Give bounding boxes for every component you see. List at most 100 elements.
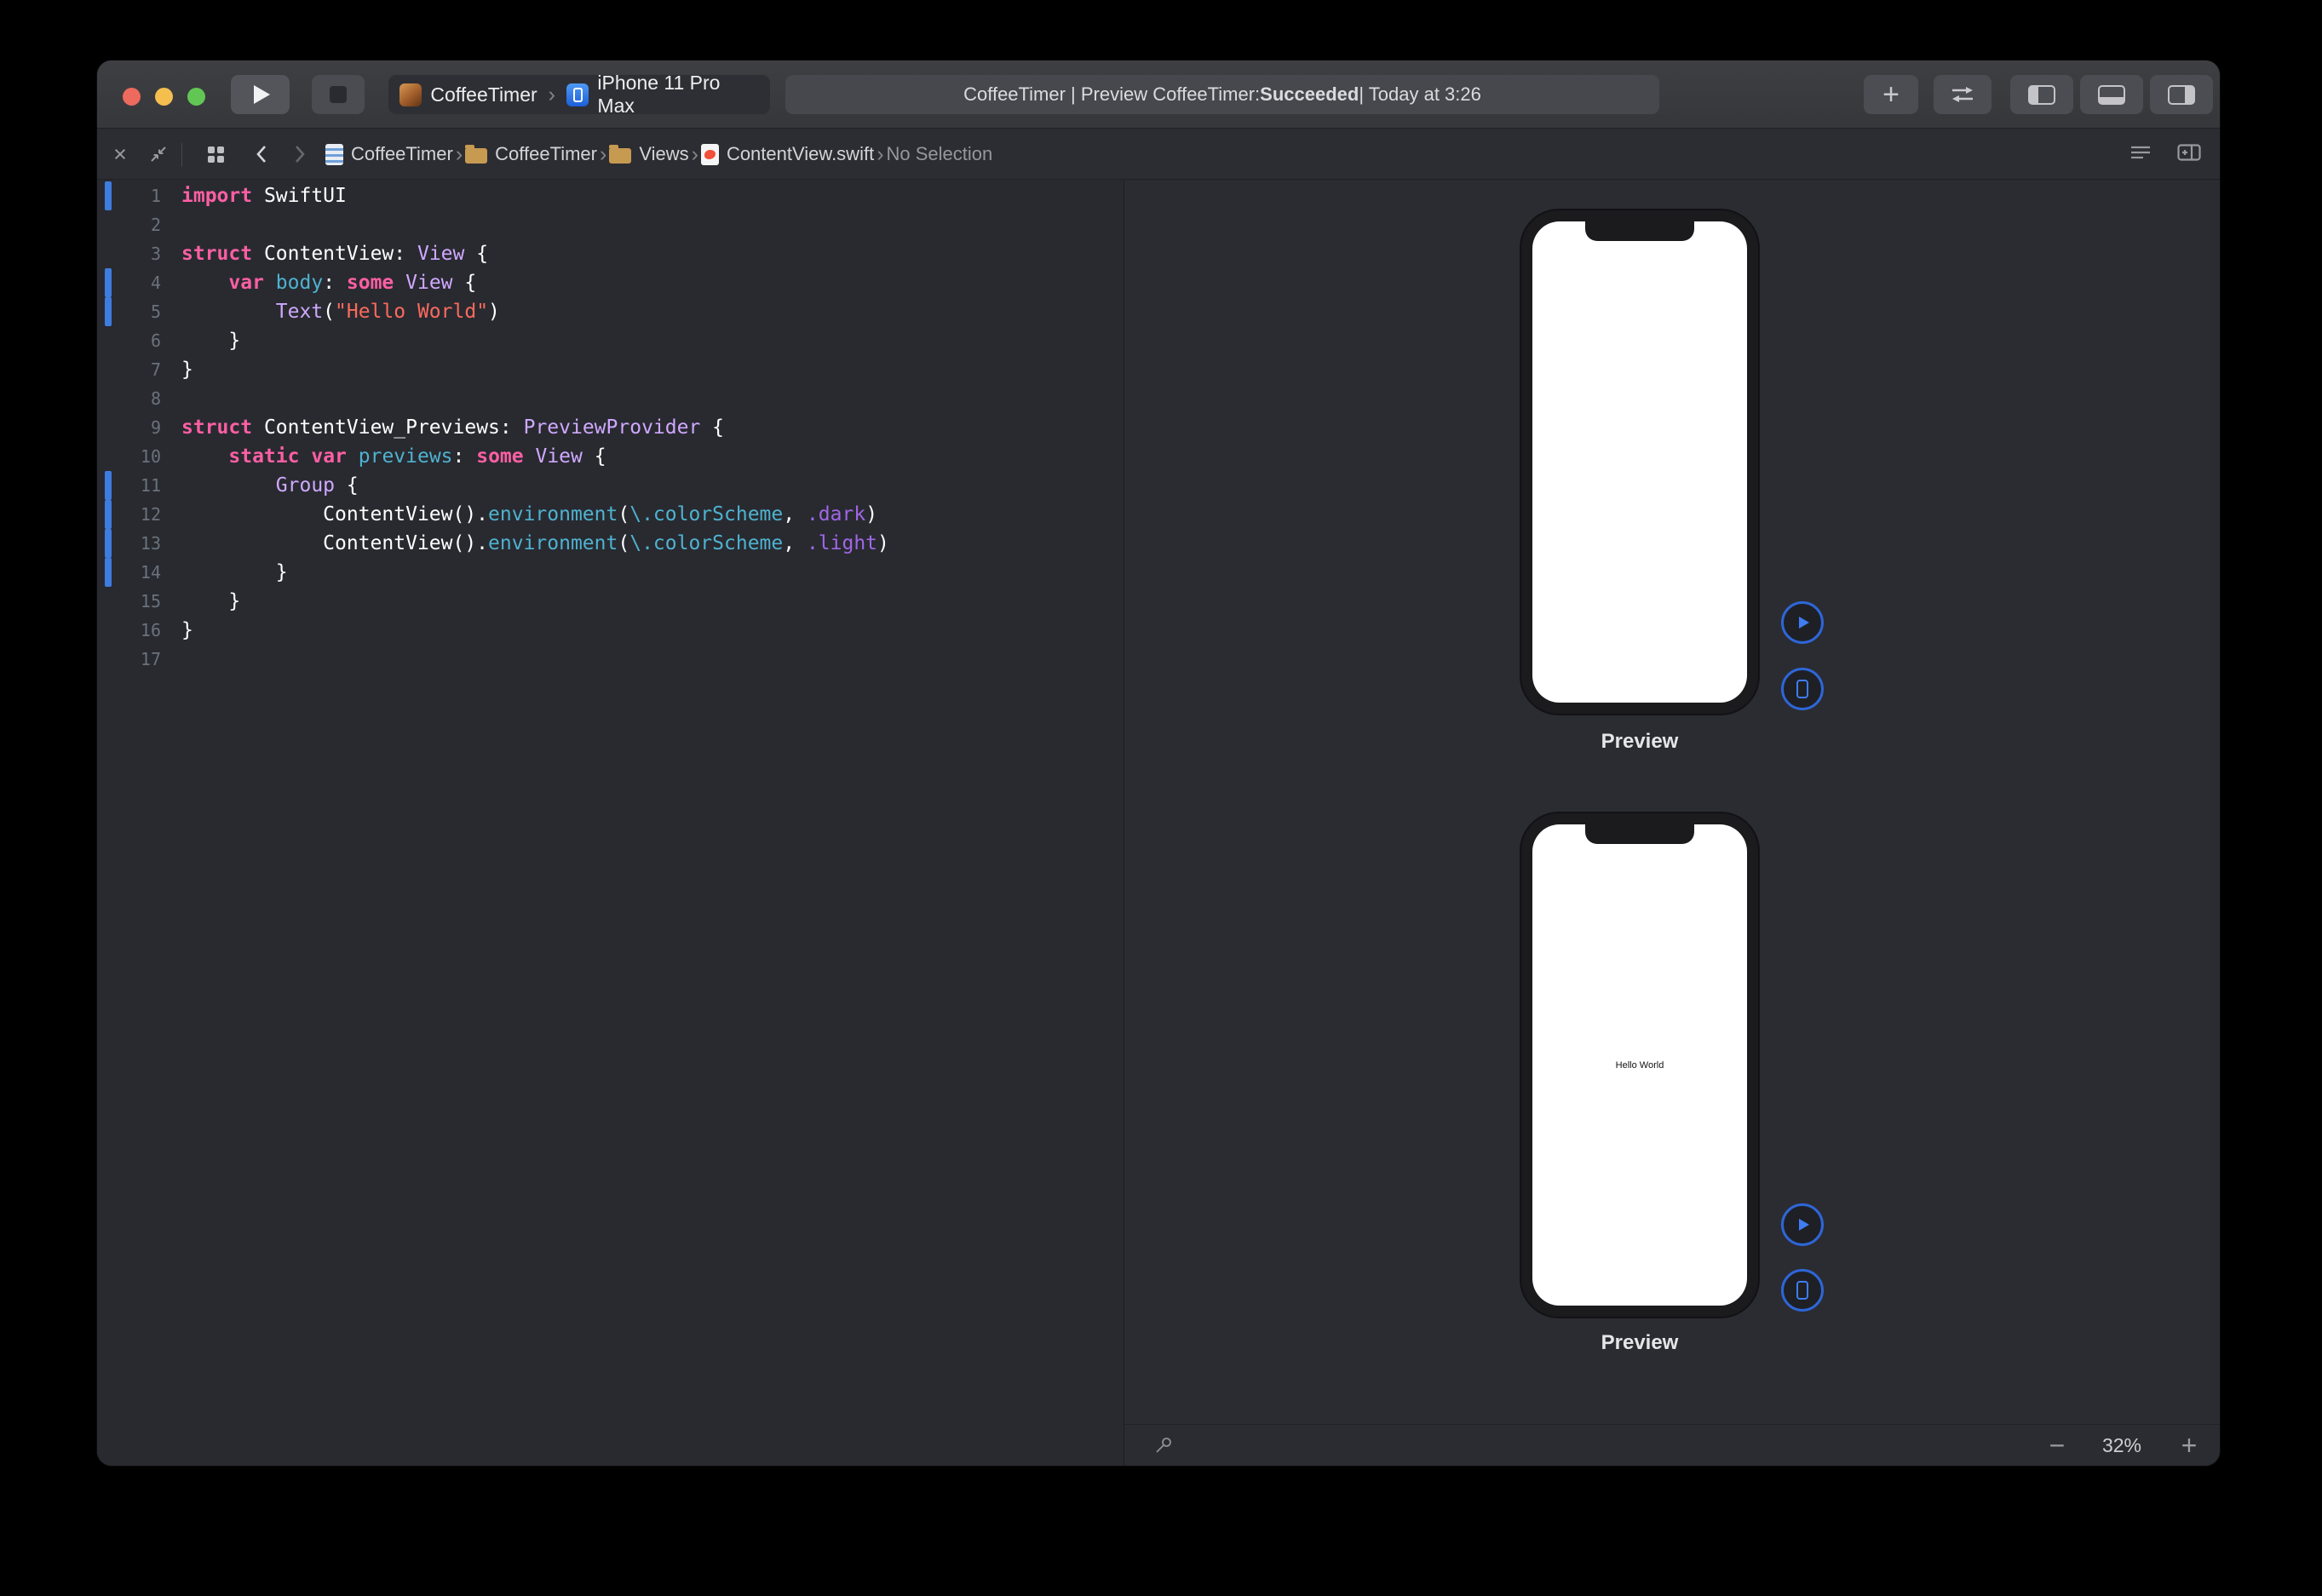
minimize-window-button[interactable] xyxy=(155,88,173,106)
zoom-in-button[interactable]: + xyxy=(2176,1430,2202,1461)
debug-area-toggle-button[interactable] xyxy=(2080,75,2143,114)
grid-icon xyxy=(208,146,224,163)
status-text: CoffeeTimer | Preview CoffeeTimer: xyxy=(963,83,1260,106)
preview-canvas: Preview Hello World Preview xyxy=(1124,181,2220,1466)
code-review-button[interactable] xyxy=(1934,75,1992,114)
close-window-button[interactable] xyxy=(123,88,141,106)
code-line[interactable]: 3struct ContentView: View { xyxy=(97,239,1124,268)
jump-bar: × CoffeeTimer › CoffeeTimer xyxy=(97,129,2220,180)
related-items-button[interactable] xyxy=(203,129,228,179)
breadcrumb-selection[interactable]: No Selection xyxy=(887,143,993,165)
breadcrumb-group-coffeetimer[interactable]: CoffeeTimer xyxy=(465,143,597,165)
focus-editor-button[interactable] xyxy=(146,129,171,179)
change-indicator xyxy=(105,181,112,210)
line-number[interactable]: 16 xyxy=(112,616,161,645)
activity-view[interactable]: CoffeeTimer | Preview CoffeeTimer: Succe… xyxy=(785,75,1659,114)
line-number[interactable]: 12 xyxy=(112,500,161,529)
code-line[interactable]: 1import SwiftUI xyxy=(97,181,1124,210)
pin-preview-button[interactable] xyxy=(1152,1425,1175,1466)
code-text xyxy=(161,384,181,413)
live-preview-button[interactable] xyxy=(1781,1203,1824,1246)
line-number[interactable]: 2 xyxy=(112,210,161,239)
scheme-selector[interactable]: CoffeeTimer › iPhone 11 Pro Max xyxy=(388,75,770,114)
code-line[interactable]: 14 } xyxy=(97,558,1124,587)
line-number[interactable]: 14 xyxy=(112,558,161,587)
code-line[interactable]: 4 var body: some View { xyxy=(97,268,1124,297)
code-line[interactable]: 11 Group { xyxy=(97,471,1124,500)
code-text: struct ContentView_Previews: PreviewProv… xyxy=(161,413,724,442)
back-button[interactable] xyxy=(249,129,274,179)
line-number[interactable]: 13 xyxy=(112,529,161,558)
stop-button[interactable] xyxy=(312,75,365,114)
preview-device-light[interactable]: Hello World xyxy=(1521,813,1758,1317)
traffic-lights xyxy=(123,88,205,106)
jump-bar-right-controls xyxy=(2129,129,2201,179)
editor-options-button[interactable] xyxy=(2129,144,2152,165)
breadcrumb-group-views[interactable]: Views xyxy=(609,143,688,165)
line-number[interactable]: 10 xyxy=(112,442,161,471)
line-number[interactable]: 7 xyxy=(112,355,161,384)
change-indicator xyxy=(105,587,112,616)
breadcrumb-file[interactable]: ContentView.swift xyxy=(701,143,874,165)
breadcrumb-project[interactable]: CoffeeTimer xyxy=(325,143,453,165)
forward-button[interactable] xyxy=(287,129,313,179)
change-indicator xyxy=(105,210,112,239)
line-number[interactable]: 17 xyxy=(112,645,161,674)
code-text: } xyxy=(161,558,288,587)
live-preview-button[interactable] xyxy=(1781,601,1824,644)
destination-name: iPhone 11 Pro Max xyxy=(597,72,759,118)
line-number[interactable]: 1 xyxy=(112,181,161,210)
code-line[interactable]: 10 static var previews: some View { xyxy=(97,442,1124,471)
library-button[interactable]: + xyxy=(1864,75,1918,114)
zoom-out-button[interactable]: − xyxy=(2044,1430,2070,1461)
code-text xyxy=(161,645,181,674)
code-line[interactable]: 13 ContentView().environment(\.colorSche… xyxy=(97,529,1124,558)
code-text: struct ContentView: View { xyxy=(161,239,488,268)
code-editor[interactable]: 1import SwiftUI23struct ContentView: Vie… xyxy=(97,181,1124,1466)
line-number[interactable]: 6 xyxy=(112,326,161,355)
line-number[interactable]: 11 xyxy=(112,471,161,500)
add-editor-button[interactable] xyxy=(2177,144,2201,165)
device-icon xyxy=(1791,678,1813,700)
breadcrumb-label: Views xyxy=(639,143,688,165)
preview-hello-world-text: Hello World xyxy=(1532,1060,1747,1071)
preview-device-dark[interactable] xyxy=(1521,210,1758,714)
change-indicator xyxy=(105,297,112,326)
line-number[interactable]: 4 xyxy=(112,268,161,297)
line-number[interactable]: 8 xyxy=(112,384,161,413)
code-line[interactable]: 15 } xyxy=(97,587,1124,616)
code-line[interactable]: 5 Text("Hello World") xyxy=(97,297,1124,326)
code-line[interactable]: 9struct ContentView_Previews: PreviewPro… xyxy=(97,413,1124,442)
code-line[interactable]: 16} xyxy=(97,616,1124,645)
code-line[interactable]: 8 xyxy=(97,384,1124,413)
lines-icon xyxy=(2129,144,2152,161)
split-editor-icon xyxy=(2177,144,2201,161)
code-line[interactable]: 2 xyxy=(97,210,1124,239)
change-indicator xyxy=(105,355,112,384)
line-number[interactable]: 3 xyxy=(112,239,161,268)
navigator-toggle-button[interactable] xyxy=(2010,75,2073,114)
play-icon xyxy=(254,85,270,104)
code-text: ContentView().environment(\.colorScheme,… xyxy=(161,529,889,558)
zoom-window-button[interactable] xyxy=(187,88,205,106)
code-line[interactable]: 17 xyxy=(97,645,1124,674)
chevron-separator-icon: › xyxy=(876,142,883,167)
line-number[interactable]: 9 xyxy=(112,413,161,442)
line-number[interactable]: 15 xyxy=(112,587,161,616)
stop-icon xyxy=(330,86,347,103)
breadcrumb-label: CoffeeTimer xyxy=(351,143,453,165)
run-button[interactable] xyxy=(231,75,290,114)
chevron-right-icon xyxy=(294,145,306,164)
preview-on-device-button[interactable] xyxy=(1781,668,1824,710)
line-number[interactable]: 5 xyxy=(112,297,161,326)
change-indicator xyxy=(105,239,112,268)
code-line[interactable]: 12 ContentView().environment(\.colorSche… xyxy=(97,500,1124,529)
preview-on-device-button[interactable] xyxy=(1781,1269,1824,1312)
zoom-level[interactable]: 32% xyxy=(2088,1434,2156,1457)
change-indicator xyxy=(105,268,112,297)
code-line[interactable]: 6 } xyxy=(97,326,1124,355)
code-text: } xyxy=(161,326,240,355)
close-editor-button[interactable]: × xyxy=(107,129,133,179)
inspector-toggle-button[interactable] xyxy=(2150,75,2213,114)
code-line[interactable]: 7} xyxy=(97,355,1124,384)
